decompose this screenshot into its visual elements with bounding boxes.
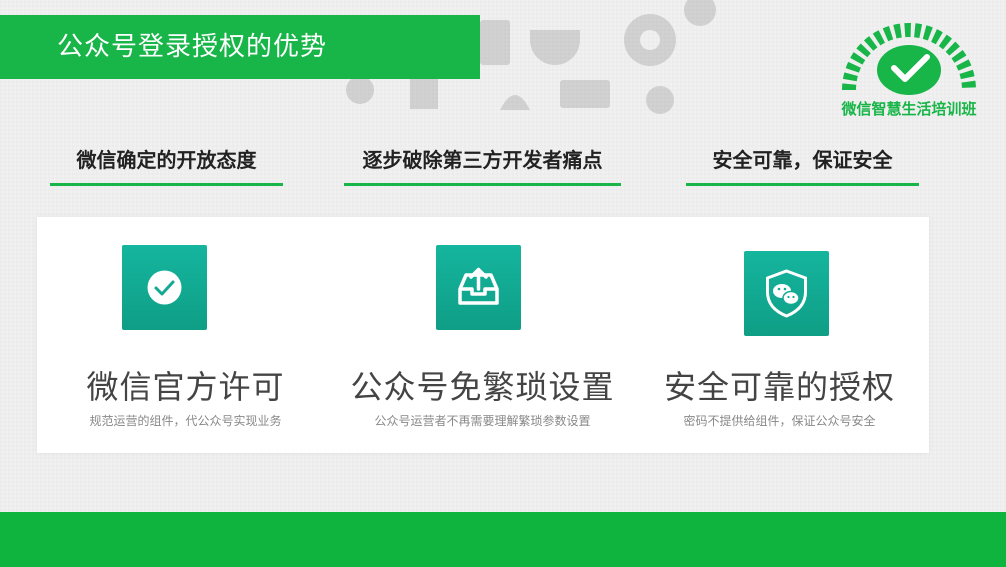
page-title: 公众号登录授权的优势 bbox=[57, 32, 328, 62]
title-bar: 公众号登录授权的优势 bbox=[0, 15, 480, 79]
feature-desc: 公众号运营者不再需要理解繁琐参数设置 bbox=[374, 414, 591, 428]
heading-open-attitude: 微信确定的开放态度 bbox=[50, 143, 283, 186]
brand-logo: 微信智慧生活培训班 bbox=[836, 12, 982, 120]
bottom-bar bbox=[0, 512, 1006, 567]
logo-text: 微信智慧生活培训班 bbox=[841, 100, 977, 118]
feature-title: 微信官方许可 bbox=[86, 368, 285, 406]
heading-safe-reliable: 安全可靠，保证安全 bbox=[686, 143, 919, 186]
feature-desc: 密码不提供给组件，保证公众号安全 bbox=[683, 414, 876, 428]
check-circle-icon bbox=[122, 245, 207, 330]
feature-title: 公众号免繁琐设置 bbox=[350, 368, 615, 406]
shield-wechat-icon bbox=[744, 251, 829, 336]
feature-desc: 规范运营的组件，代公众号实现业务 bbox=[89, 414, 282, 428]
feature-official-license: 微信官方许可 规范运营的组件，代公众号实现业务 bbox=[37, 217, 334, 453]
feature-title: 安全可靠的授权 bbox=[663, 368, 895, 406]
heading-developer-pain-points: 逐步破除第三方开发者痛点 bbox=[344, 143, 621, 186]
wechat-logo-icon bbox=[842, 23, 976, 95]
features-card: 微信官方许可 规范运营的组件，代公众号实现业务 公众号免繁琐设置 公众号运营者不… bbox=[37, 217, 929, 453]
upload-tray-icon bbox=[436, 245, 521, 330]
feature-no-setup: 公众号免繁琐设置 公众号运营者不再需要理解繁琐参数设置 bbox=[334, 217, 631, 453]
feature-secure-auth: 安全可靠的授权 密码不提供给组件，保证公众号安全 bbox=[631, 217, 928, 453]
